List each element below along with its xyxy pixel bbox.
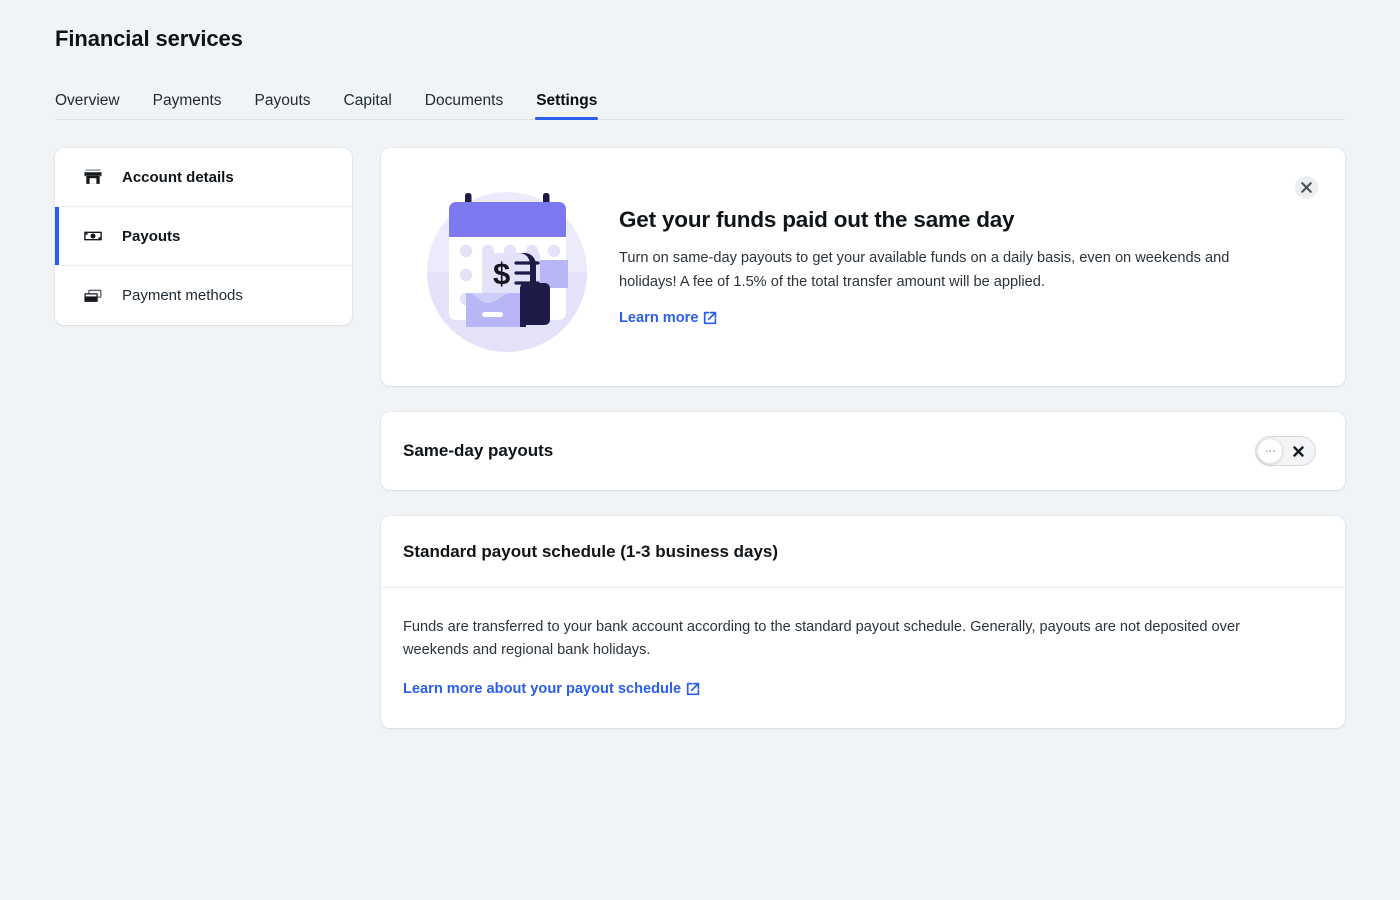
- content-area: Account details Payouts: [55, 148, 1345, 728]
- close-x-icon: [1293, 446, 1304, 457]
- tab-documents[interactable]: Documents: [425, 93, 503, 120]
- cards-icon: [82, 285, 104, 307]
- tab-overview[interactable]: Overview: [55, 93, 120, 120]
- tab-payments[interactable]: Payments: [153, 93, 222, 120]
- external-link-icon: [686, 682, 700, 696]
- standard-payout-schedule-card: Standard payout schedule (1-3 business d…: [381, 516, 1345, 728]
- same-day-payouts-toggle[interactable]: [1255, 436, 1316, 466]
- settings-main: $ Get your funds paid out the same day T…: [381, 148, 1345, 728]
- schedule-title: Standard payout schedule (1-3 business d…: [403, 542, 778, 561]
- tab-capital[interactable]: Capital: [344, 93, 392, 120]
- sidebar-item-label: Payouts: [122, 228, 180, 245]
- schedule-learn-more-label: Learn more about your payout schedule: [403, 681, 681, 697]
- same-day-payouts-promo-card: $ Get your funds paid out the same day T…: [381, 148, 1345, 386]
- toggle-knob: [1257, 438, 1283, 464]
- sidebar-item-payment-methods[interactable]: Payment methods: [55, 266, 352, 325]
- promo-learn-more-link[interactable]: Learn more: [619, 310, 717, 326]
- financial-services-page: Financial services Overview Payments Pay…: [0, 0, 1400, 900]
- calendar-payout-illustration: $: [407, 182, 607, 352]
- promo-text-block: Get your funds paid out the same day Tur…: [607, 207, 1305, 326]
- schedule-learn-more-link[interactable]: Learn more about your payout schedule: [403, 681, 700, 697]
- svg-text:$: $: [493, 256, 510, 291]
- tab-payouts[interactable]: Payouts: [255, 93, 311, 120]
- schedule-description: Funds are transferred to your bank accou…: [403, 616, 1283, 663]
- tab-settings[interactable]: Settings: [536, 93, 597, 120]
- sidebar-item-label: Account details: [122, 169, 234, 186]
- same-day-payouts-label: Same-day payouts: [403, 441, 553, 461]
- promo-title: Get your funds paid out the same day: [619, 207, 1305, 233]
- page-title: Financial services: [55, 26, 1345, 52]
- schedule-header: Standard payout schedule (1-3 business d…: [381, 516, 1345, 588]
- close-icon[interactable]: [1295, 176, 1318, 199]
- promo-learn-more-label: Learn more: [619, 310, 698, 326]
- promo-description: Turn on same-day payouts to get your ava…: [619, 247, 1249, 293]
- banknote-icon: [82, 225, 104, 247]
- settings-sidebar: Account details Payouts: [55, 148, 352, 325]
- main-tabs: Overview Payments Payouts Capital Docume…: [55, 80, 1345, 120]
- sidebar-item-account-details[interactable]: Account details: [55, 148, 352, 207]
- sidebar-item-label: Payment methods: [122, 287, 243, 304]
- sidebar-item-payouts[interactable]: Payouts: [55, 207, 352, 266]
- store-icon: [82, 166, 104, 188]
- schedule-body: Funds are transferred to your bank accou…: [381, 588, 1345, 728]
- same-day-payouts-toggle-card: Same-day payouts: [381, 412, 1345, 490]
- external-link-icon: [703, 311, 717, 325]
